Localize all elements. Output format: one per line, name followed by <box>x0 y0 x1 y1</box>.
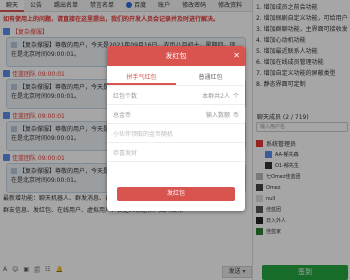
packet-count-field[interactable]: 红包个数 本群共2人 个 <box>107 86 245 105</box>
close-icon[interactable]: ✕ <box>233 46 240 66</box>
field-label: 红包个数 <box>113 92 138 100</box>
field-unit: 币 <box>232 111 239 119</box>
field-unit: 个 <box>232 92 239 100</box>
tab-normal-packet[interactable]: 普通红包 <box>176 71 245 85</box>
random-hint: 小伙伴领取的金币随机 <box>107 124 245 143</box>
tab-lucky-packet[interactable]: 拼手气红包 <box>107 71 176 85</box>
dialog-title: 发红包 <box>165 52 187 60</box>
red-packet-dialog: 发红包 ✕ 拼手气红包 普通红包 红包个数 本群共2人 个 总金币 输入数额 币… <box>107 46 245 211</box>
send-packet-button[interactable]: 发红包 <box>117 187 235 201</box>
packet-type-tabs: 拼手气红包 普通红包 <box>107 71 245 86</box>
total-coins-field[interactable]: 总金币 输入数额 币 <box>107 105 245 124</box>
greeting-input[interactable]: 恭喜发财 <box>107 143 245 162</box>
field-label: 总金币 <box>113 111 132 119</box>
packet-count-input[interactable]: 本群共2人 <box>153 91 230 100</box>
dialog-header: 发红包 ✕ <box>107 46 245 66</box>
total-coins-input[interactable]: 输入数额 <box>153 110 230 119</box>
